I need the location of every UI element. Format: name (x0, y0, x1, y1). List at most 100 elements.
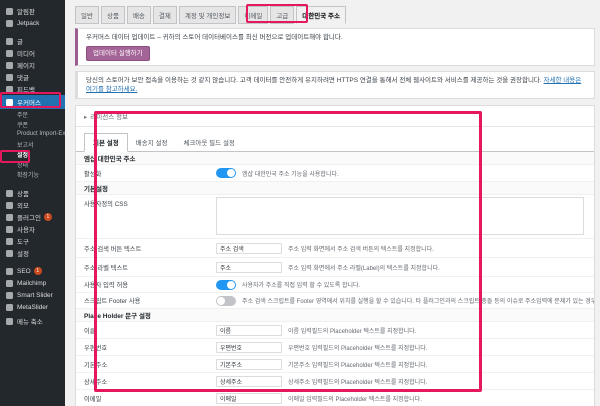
field-control: 사용자가 주소를 직접 입력 할 수 있도록 합니다. (216, 280, 594, 290)
sidebar-item-확장기능[interactable]: 확장기능 (0, 169, 65, 179)
sidebar-item-상품[interactable]: 상품 (0, 187, 65, 199)
sidebar-item-피드백[interactable]: 피드백 (0, 83, 65, 95)
sidebar-item-상태[interactable]: 상태 (0, 159, 65, 169)
field-label: 사용자 입력 허용 (76, 280, 216, 289)
postcode-placeholder-input[interactable] (216, 342, 282, 353)
allow-user-input-toggle[interactable] (216, 280, 236, 290)
subtab-배송지-설정[interactable]: 배송지 설정 (128, 134, 176, 151)
sidebar-item-label: 외모 (17, 200, 29, 210)
update-count-badge: 1 (44, 213, 52, 221)
sidebar-item-mailchimp[interactable]: Mailchimp (0, 277, 65, 289)
enable-toggle[interactable] (216, 168, 236, 178)
sidebar-item-product-import-export[interactable]: Product Import-Export (0, 129, 65, 139)
sidebar-item-페이지[interactable]: 페이지 (0, 59, 65, 71)
sidebar-item-metaslider[interactable]: MetaSlider (0, 301, 65, 313)
subtab-체크아웃-필드-설정[interactable]: 체크아웃 필드 설정 (175, 134, 242, 151)
sidebar-item-댓글[interactable]: 댓글 (0, 71, 65, 83)
sidebar-item-label: 알림판 (17, 6, 35, 16)
sidebar-item-label: Jetpack (17, 20, 39, 27)
sidebar-item-사용자[interactable]: 사용자 (0, 223, 65, 235)
run-updater-button[interactable]: 업데이터 실행하기 (86, 46, 150, 61)
sidebar-item-label: 확장기능 (17, 170, 39, 179)
form-row: 활성화 엠샵 대한민국 주소 기능을 사용합니다. (76, 165, 594, 182)
tab-일반[interactable]: 일반 (75, 6, 99, 24)
form-row: 기본주소기본주소 입력필드의 Placeholder 텍스트를 지정합니다. (76, 356, 594, 373)
sidebar-item-seo[interactable]: SEO1 (0, 265, 65, 277)
tab-계정-및-개인정보[interactable]: 계정 및 개인정보 (179, 6, 236, 24)
subtab-기본-설정[interactable]: 기본 설정 (84, 133, 128, 152)
settings-tabs: 일반상품배송결제계정 및 개인정보이메일고급대한민국 주소 (75, 5, 595, 23)
field-description: 이름 입력필드의 Placeholder 텍스트를 지정합니다. (288, 326, 416, 335)
field-label: 주소 검색 버튼 텍스트 (76, 244, 216, 253)
sidebar-item-메뉴-축소[interactable]: 메뉴 축소 (0, 315, 65, 327)
sidebar-item-우커머스[interactable]: 우커머스 (0, 95, 65, 109)
sidebar-item-label: 보고서 (17, 140, 34, 149)
name-placeholder-input[interactable] (216, 325, 282, 336)
sidebar-item-label: 상태 (17, 160, 28, 169)
sidebar-item-label: 설정 (17, 150, 28, 159)
form-row: 사용자정의 CSS (76, 195, 594, 239)
sidebar-item-주문[interactable]: 주문 (0, 109, 65, 119)
sidebar-item-도구[interactable]: 도구 (0, 235, 65, 247)
form-row: 주소 검색 버튼 텍스트주소 입력 화면에서 주소 검색 버튼의 텍스트를 지정… (76, 239, 594, 258)
sidebar-item-설정[interactable]: 설정 (0, 247, 65, 259)
script-footer-toggle[interactable] (216, 296, 236, 306)
sidebar-item-label: 글 (17, 36, 23, 46)
field-label: 활성화 (76, 169, 216, 178)
field-description: 이메일 입력필드의 Placeholder 텍스트를 지정합니다. (288, 394, 422, 403)
sidebar-item-label: MetaSlider (17, 304, 48, 311)
sidebar-item-미디어[interactable]: 미디어 (0, 47, 65, 59)
sidebar-item-label: 상품 (17, 188, 29, 198)
tools-icon (6, 238, 13, 245)
sidebar-item-label: Mailchimp (17, 280, 46, 287)
sidebar-item-설정[interactable]: 설정 (0, 149, 65, 159)
form-row: 이메일이메일 입력필드의 Placeholder 텍스트를 지정합니다. (76, 390, 594, 406)
license-info-toggle[interactable]: ▸라이선스 정보 (76, 106, 594, 127)
address1-placeholder-input[interactable] (216, 359, 282, 370)
products-icon (6, 190, 13, 197)
custom-css-textarea[interactable] (216, 197, 584, 235)
caret-right-icon: ▸ (84, 114, 87, 121)
sidebar-item-label: 주문 (17, 110, 28, 119)
form-row: 이름이름 입력필드의 Placeholder 텍스트를 지정합니다. (76, 322, 594, 339)
plugins-icon (6, 214, 13, 221)
sidebar-item-플러그인[interactable]: 플러그인1 (0, 211, 65, 223)
sidebar-item-label: 미디어 (17, 48, 35, 58)
tab-대한민국-주소[interactable]: 대한민국 주소 (296, 6, 346, 24)
email-placeholder-input[interactable] (216, 393, 282, 404)
sidebar-item-보고서[interactable]: 보고서 (0, 139, 65, 149)
sidebar-item-외모[interactable]: 외모 (0, 199, 65, 211)
address2-placeholder-input[interactable] (216, 376, 282, 387)
admin-sidebar: 알림판 Jetpack 글미디어페이지댓글피드백우커머스주문쿠폰Product Im… (0, 0, 65, 406)
metaslider-icon (6, 304, 13, 311)
form-row: 상세주소상세주소 입력필드의 Placeholder 텍스트를 지정합니다. (76, 373, 594, 390)
sidebar-item-쿠폰[interactable]: 쿠폰 (0, 119, 65, 129)
tab-결제[interactable]: 결제 (153, 6, 177, 24)
sidebar-item-smart-slider[interactable]: Smart Slider (0, 289, 65, 301)
address-label-text-input[interactable] (216, 262, 282, 273)
tab-배송[interactable]: 배송 (127, 6, 151, 24)
tab-고급[interactable]: 고급 (270, 6, 294, 24)
https-notice: 당신의 스토어가 보안 접속을 이용하는 것 같지 않습니다. 고객 데이터를 … (75, 71, 595, 99)
sidebar-item-label: 도구 (17, 236, 29, 246)
sidebar-item-알림판[interactable]: 알림판 (0, 5, 65, 17)
collapse-menu-icon (6, 318, 13, 325)
sidebar-item-글[interactable]: 글 (0, 35, 65, 47)
field-control: 주소 입력 화면에서 주소 라벨(Label)의 텍스트를 지정합니다. (216, 262, 594, 273)
field-description: 기본주소 입력필드의 Placeholder 텍스트를 지정합니다. (288, 360, 427, 369)
license-info-label: 라이선스 정보 (90, 114, 128, 121)
field-description: 엠샵 대한민국 주소 기능을 사용합니다. (242, 169, 339, 178)
feedback-icon (6, 86, 13, 93)
tab-상품[interactable]: 상품 (101, 6, 125, 24)
tab-이메일[interactable]: 이메일 (238, 6, 268, 24)
field-control: 우편번호 입력필드의 Placeholder 텍스트를 지정합니다. (216, 342, 594, 353)
field-description: 주소 검색 스크립트를 Footer 영역에서 위치를 실행을 할 수 있습니다… (242, 296, 594, 305)
field-label: 우편번호 (76, 343, 216, 352)
address-search-button-text-input[interactable] (216, 243, 282, 254)
sidebar-item-jetpack[interactable]: Jetpack (0, 17, 65, 29)
sidebar-item-label: 플러그인 (17, 212, 41, 222)
sidebar-item-label: Smart Slider (17, 292, 53, 299)
form-row: 우편번호우편번호 입력필드의 Placeholder 텍스트를 지정합니다. (76, 339, 594, 356)
settings-subtabs: 기본 설정배송지 설정체크아웃 필드 설정 (76, 127, 594, 152)
sidebar-item-label: 메뉴 축소 (17, 316, 43, 326)
